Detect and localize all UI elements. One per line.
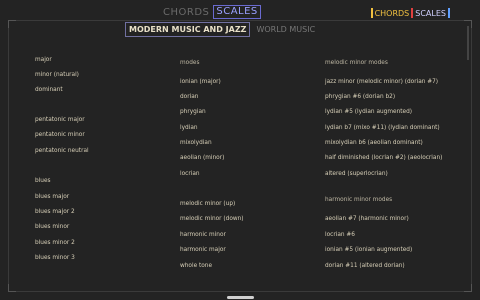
scale-item[interactable]: pentatonic neutral bbox=[35, 148, 89, 154]
scale-item[interactable]: harmonic major bbox=[180, 247, 226, 253]
main-tabs: CHORDS SCALES bbox=[163, 5, 261, 19]
scale-item[interactable]: blues major bbox=[35, 194, 69, 200]
scale-item[interactable]: minor (natural) bbox=[35, 72, 79, 78]
frame-corner bbox=[8, 284, 16, 292]
scale-item[interactable]: lydian bbox=[180, 125, 198, 131]
scale-item[interactable]: harmonic minor bbox=[180, 232, 226, 238]
scale-item[interactable]: blues bbox=[35, 178, 51, 184]
scale-item[interactable]: mixolydian bbox=[180, 140, 212, 146]
section-header-harmonic-minor-modes: harmonic minor modes bbox=[325, 197, 393, 203]
scale-item[interactable]: phrygian #6 (dorian b2) bbox=[325, 94, 395, 100]
logo-text-chords: CHORDS bbox=[374, 8, 410, 18]
scale-item[interactable]: ionian (major) bbox=[180, 79, 221, 85]
scale-item[interactable]: dominant bbox=[35, 87, 63, 93]
logo-bar bbox=[370, 8, 373, 18]
logo-bar bbox=[448, 8, 450, 18]
section-header-modes: modes bbox=[180, 60, 200, 66]
scale-item[interactable]: melodic minor (down) bbox=[180, 216, 244, 222]
scale-item[interactable]: whole tone bbox=[180, 263, 212, 269]
scale-item[interactable]: half diminished (locrian #2) (aeolocrian… bbox=[325, 155, 442, 161]
logo-bar bbox=[411, 8, 414, 18]
scale-item[interactable]: aeolian (minor) bbox=[180, 155, 224, 161]
scale-item[interactable]: lydian #5 (lydian augmented) bbox=[325, 109, 412, 115]
scale-item[interactable]: blues minor 2 bbox=[35, 240, 75, 246]
scale-item[interactable]: pentatonic minor bbox=[35, 132, 85, 138]
scale-item[interactable]: jazz minor (melodic minor) (dorian #7) bbox=[325, 79, 438, 85]
section-header-melodic-minor-modes: melodic minor modes bbox=[325, 60, 388, 66]
scale-item[interactable]: dorian #11 (altered dorian) bbox=[325, 263, 405, 269]
scale-item[interactable]: blues minor 3 bbox=[35, 255, 75, 261]
system-nav-handle[interactable] bbox=[227, 296, 254, 299]
scale-item[interactable]: locrian #6 bbox=[325, 232, 355, 238]
tab-scales[interactable]: SCALES bbox=[213, 5, 261, 19]
scale-item[interactable]: phrygian bbox=[180, 109, 206, 115]
scale-item[interactable]: altered (superlocrian) bbox=[325, 171, 388, 177]
scale-item[interactable]: pentatonic major bbox=[35, 117, 85, 123]
scale-item[interactable]: blues major 2 bbox=[35, 209, 75, 215]
sub-tabs: MODERN MUSIC AND JAZZ WORLD MUSIC bbox=[125, 22, 315, 37]
scale-item[interactable]: dorian bbox=[180, 94, 198, 100]
tab-world-music[interactable]: WORLD MUSIC bbox=[254, 25, 315, 34]
scale-item[interactable]: mixolydian b6 (aeolian dominant) bbox=[325, 140, 423, 146]
scrollbar[interactable] bbox=[467, 26, 469, 60]
scale-item[interactable]: ionian #5 (ionian augmented) bbox=[325, 247, 412, 253]
scale-item[interactable]: locrian bbox=[180, 171, 200, 177]
scale-item[interactable]: melodic minor (up) bbox=[180, 201, 235, 207]
frame-corner bbox=[464, 284, 472, 292]
logo-text-scales: SCALES bbox=[415, 8, 446, 18]
tab-modern-music-jazz[interactable]: MODERN MUSIC AND JAZZ bbox=[125, 22, 251, 37]
scale-item[interactable]: lydian b7 (mixo #11) (lydian dominant) bbox=[325, 125, 440, 131]
app-logo: CHORDS SCALES bbox=[370, 8, 450, 18]
scale-item[interactable]: aeolian #7 (harmonic minor) bbox=[325, 216, 409, 222]
tab-chords[interactable]: CHORDS bbox=[163, 7, 209, 18]
frame-corner bbox=[8, 20, 16, 28]
scale-item[interactable]: major bbox=[35, 57, 52, 63]
scale-item[interactable]: blues minor bbox=[35, 224, 69, 230]
